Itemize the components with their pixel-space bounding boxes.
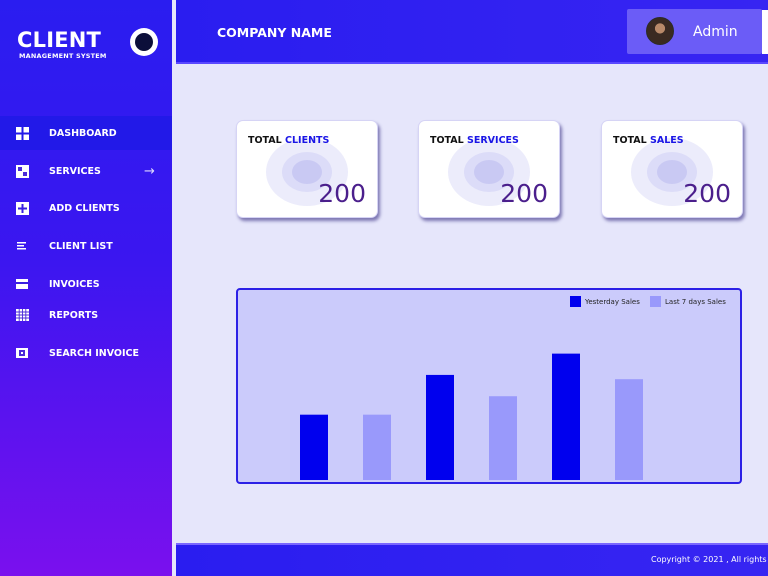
card-value: 200 (500, 179, 548, 208)
copyright-text: Copyright © 2021 , All rights re (651, 555, 768, 564)
legend-yesterday: Yesterday Sales (570, 296, 640, 307)
bar-chart-canvas (300, 353, 643, 480)
logo-icon (130, 28, 158, 56)
avatar (646, 17, 674, 45)
grid-icon (15, 126, 29, 140)
bar-last7-1 (363, 414, 391, 480)
sidebar: CLIENT MANAGEMENT SYSTEM DASHBOARD SERVI… (0, 0, 172, 576)
user-menu[interactable]: Admin (627, 9, 762, 54)
search-invoice-icon (15, 346, 29, 360)
total-services-card[interactable]: TOTAL SERVICES 200 (418, 120, 560, 218)
arrow-right-icon: → (144, 163, 155, 179)
top-header: COMPANY NAME Admin (176, 0, 768, 64)
sales-bar-chart: Yesterday Sales Last 7 days Sales (236, 288, 742, 484)
bar-last7-3 (615, 379, 643, 480)
sidebar-item-reports[interactable]: REPORTS (0, 298, 172, 332)
sidebar-item-label: DASHBOARD (49, 127, 117, 139)
sidebar-item-invoices[interactable]: INVOICES (0, 267, 172, 301)
plus-box-icon (15, 201, 29, 215)
sidebar-item-dashboard[interactable]: DASHBOARD (0, 116, 172, 150)
sidebar-item-add-clients[interactable]: ADD CLIENTS (0, 191, 172, 225)
sidebar-item-label: SEARCH INVOICE (49, 347, 139, 359)
card-icon (15, 277, 29, 291)
footer: Copyright © 2021 , All rights re (176, 543, 768, 576)
company-name: COMPANY NAME (217, 25, 332, 40)
legend-swatch (650, 296, 661, 307)
services-icon (15, 164, 29, 178)
total-clients-card[interactable]: TOTAL CLIENTS 200 (236, 120, 378, 218)
sidebar-item-label: INVOICES (49, 278, 100, 290)
card-title: TOTAL SERVICES (430, 135, 519, 146)
legend-label: Yesterday Sales (585, 297, 640, 306)
legend-last7: Last 7 days Sales (650, 296, 726, 307)
card-title: TOTAL SALES (613, 135, 684, 146)
sidebar-item-services[interactable]: SERVICES → (0, 154, 172, 188)
sidebar-item-label: REPORTS (49, 309, 99, 321)
bar-yesterday-3 (552, 353, 580, 480)
sidebar-item-label: SERVICES (49, 165, 101, 177)
sidebar-item-client-list[interactable]: CLIENT LIST (0, 229, 172, 263)
legend-label: Last 7 days Sales (665, 297, 726, 306)
sidebar-item-label: ADD CLIENTS (49, 202, 120, 214)
card-value: 200 (683, 179, 731, 208)
table-icon (15, 308, 29, 322)
card-value: 200 (318, 179, 366, 208)
brand-area: CLIENT MANAGEMENT SYSTEM (0, 0, 172, 88)
user-name: Admin (693, 24, 738, 40)
brand-title: CLIENT (17, 28, 102, 52)
header-edge (762, 10, 768, 54)
total-sales-card[interactable]: TOTAL SALES 200 (601, 120, 743, 218)
bar-yesterday-1 (300, 414, 328, 480)
list-icon (15, 239, 29, 253)
legend-swatch (570, 296, 581, 307)
bar-yesterday-2 (426, 374, 454, 480)
sidebar-item-search-invoice[interactable]: SEARCH INVOICE (0, 336, 172, 370)
bar-last7-2 (489, 396, 517, 480)
sidebar-item-label: CLIENT LIST (49, 240, 113, 252)
brand-subtitle: MANAGEMENT SYSTEM (19, 52, 107, 60)
card-title: TOTAL CLIENTS (248, 135, 330, 146)
